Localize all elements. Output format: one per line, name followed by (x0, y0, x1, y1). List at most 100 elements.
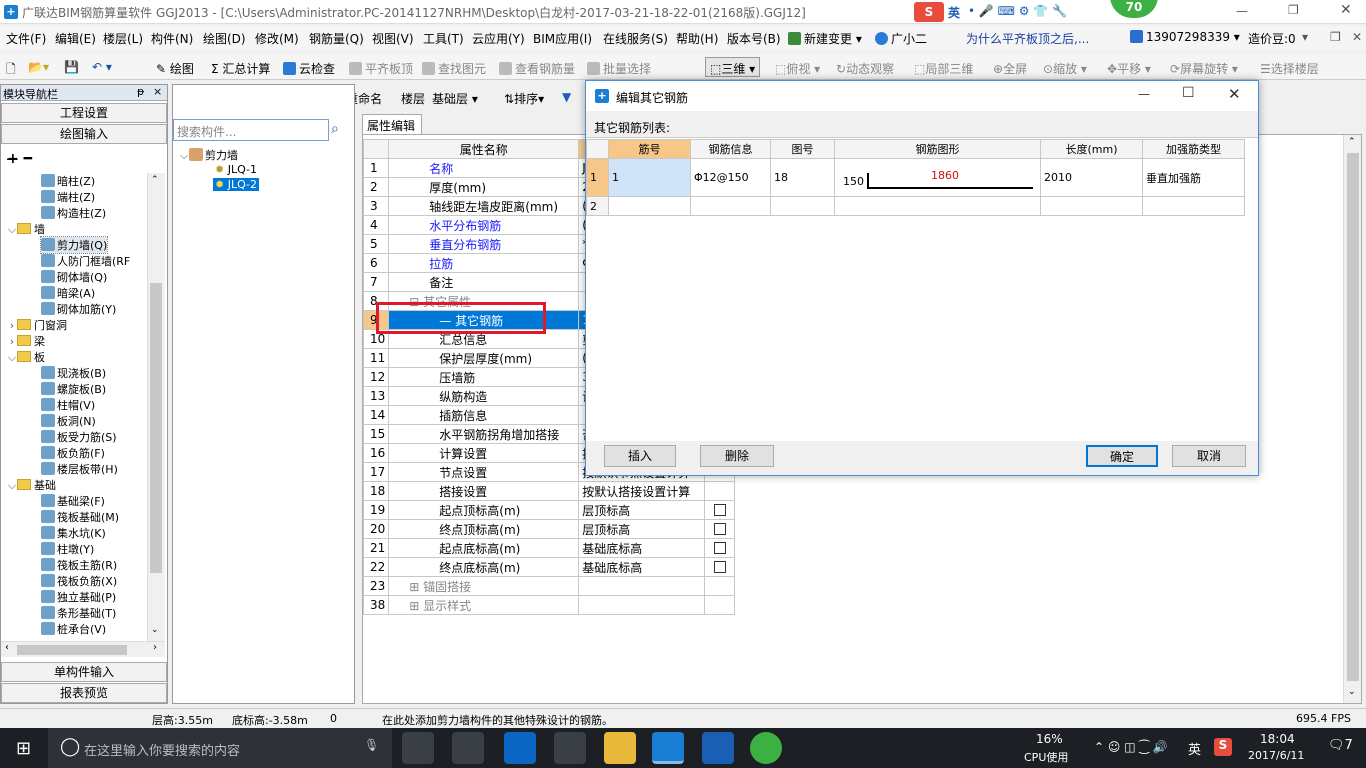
cell-rebar-no[interactable] (608, 196, 691, 216)
nav-item[interactable]: 现浇板(B) (41, 365, 106, 381)
cell-fig-no[interactable]: 18 (770, 158, 835, 197)
cell-rebar-info[interactable] (690, 196, 771, 216)
tab-property-edit[interactable]: 属性编辑 (362, 114, 422, 134)
options-arrow-icon[interactable]: ▾ (1302, 30, 1308, 44)
prop-value[interactable]: 按默认搭接设置计算 (578, 481, 706, 501)
view-rebar-button[interactable]: 查看钢筋量 (499, 60, 575, 77)
prop-extra[interactable] (704, 500, 736, 520)
prop-value[interactable] (578, 595, 706, 615)
filter-icon[interactable]: ▼ (562, 90, 571, 104)
nav-item[interactable]: 独立基础(P) (41, 589, 116, 605)
property-row[interactable]: 23 ⊞ 锚固搭接 (362, 576, 736, 596)
checkbox[interactable] (713, 561, 726, 573)
nav-folder[interactable]: › 门窗洞 (7, 317, 67, 333)
pan-button[interactable]: ✥平移 ▾ (1107, 60, 1151, 77)
checkbox[interactable] (713, 542, 726, 554)
cell-rebar-shape[interactable] (834, 196, 1041, 216)
menu-bim[interactable]: BIM应用(I) (533, 30, 592, 47)
menu-version[interactable]: 版本号(B) (727, 30, 781, 47)
nav-item[interactable]: 条形基础(T) (41, 605, 116, 621)
local-3d-button[interactable]: ⬚局部三维 (914, 60, 973, 77)
clock-date[interactable]: 2017/6/11 (1248, 749, 1304, 762)
tray-sogou-icon[interactable]: S (1214, 738, 1232, 756)
dialog-close-button[interactable]: ✕ (1228, 85, 1241, 103)
cell-length[interactable]: 2010 (1040, 158, 1143, 197)
browser-360-icon[interactable] (452, 732, 484, 764)
nav-hscrollbar[interactable]: ‹ › (1, 641, 165, 657)
single-component-button[interactable]: 单构件输入 (1, 662, 167, 682)
nav-item[interactable]: 端柱(Z) (41, 189, 95, 205)
clock-time[interactable]: 18:04 (1260, 732, 1295, 746)
menu-help[interactable]: 帮助(H) (676, 30, 718, 47)
checkbox[interactable] (713, 523, 726, 535)
prop-value[interactable]: 层顶标高 (578, 500, 706, 520)
nav-item[interactable]: 筏板主筋(R) (41, 557, 117, 573)
notification-icon[interactable]: 🗨7 (1328, 738, 1353, 753)
nav-item[interactable]: 砌体墙(Q) (41, 269, 107, 285)
ggj-app-icon[interactable] (652, 732, 684, 764)
zoom-button[interactable]: ⊙缩放 ▾ (1043, 60, 1087, 77)
nav-item[interactable]: 柱墩(Y) (41, 541, 94, 557)
top-view-button[interactable]: ⬚俯视 ▾ (775, 60, 820, 77)
dialog-maximize-button[interactable]: ☐ (1182, 85, 1195, 101)
windows-start-icon[interactable]: ⊞ (16, 738, 31, 759)
menu-component[interactable]: 构件(N) (151, 30, 193, 47)
cell-reinforce-type[interactable]: 垂直加强筋 (1142, 158, 1245, 197)
tree-root[interactable]: ⌵ 剪力墙 (179, 147, 238, 163)
menu-close-icon[interactable]: ✕ (1352, 30, 1362, 44)
cell-rebar-shape[interactable]: 150 1860 (834, 158, 1041, 197)
property-row[interactable]: 38 ⊞ 显示样式 (362, 595, 736, 615)
menu-file[interactable]: 文件(F) (6, 30, 46, 47)
nav-folder[interactable]: ⌵ 基础 (7, 477, 56, 493)
menu-modify[interactable]: 修改(M) (255, 30, 299, 47)
prop-extra[interactable] (704, 481, 736, 501)
view3d-dropdown[interactable]: ⬚三维 ▾ (705, 57, 761, 77)
prop-extra[interactable] (704, 519, 736, 539)
nav-item[interactable]: 剪力墙(Q) (39, 236, 109, 254)
nav-item[interactable]: 螺旋板(B) (41, 381, 106, 397)
project-settings-button[interactable]: 工程设置 (1, 103, 167, 123)
menu-assistant[interactable]: 广小二 (875, 30, 927, 47)
prop-value[interactable]: 层顶标高 (578, 519, 706, 539)
ime-toolbar-icons[interactable]: • 🎤 ⌨ ⚙ 👕 🔧 (968, 4, 1098, 18)
nav-folder[interactable]: ⌵ 板 (7, 349, 45, 365)
nav-item[interactable]: 砌体加筋(Y) (41, 301, 116, 317)
prop-extra[interactable] (704, 538, 736, 558)
question-link[interactable]: 为什么平齐板顶之后,... (966, 30, 1089, 47)
undo-icon[interactable]: ↶ ▾ (92, 60, 112, 74)
green-app-icon[interactable] (750, 732, 782, 764)
nav-item[interactable]: 板负筋(F) (41, 445, 105, 461)
save-icon[interactable]: 💾 (64, 60, 79, 74)
expand-icon[interactable]: ⌵ (7, 351, 17, 365)
nav-item[interactable]: 筏板负筋(X) (41, 573, 117, 589)
nav-item[interactable]: 板洞(N) (41, 413, 96, 429)
nav-item[interactable]: 集水坑(K) (41, 525, 106, 541)
floor-select[interactable]: 基础层 ▾ (432, 90, 478, 107)
rotate-button[interactable]: ⟳屏幕旋转 ▾ (1170, 60, 1238, 77)
nav-item[interactable]: 板受力筋(S) (41, 429, 117, 445)
nav-item[interactable]: 构造柱(Z) (41, 205, 106, 221)
user-phone[interactable]: 13907298339 ▾ (1130, 30, 1240, 44)
nav-item[interactable]: 暗柱(Z) (41, 173, 95, 189)
expand-icon[interactable]: › (7, 319, 17, 332)
col-header-fig[interactable]: 图号 (770, 139, 835, 159)
menu-rebar-qty[interactable]: 钢筋量(Q) (309, 30, 364, 47)
menu-tools[interactable]: 工具(T) (423, 30, 464, 47)
expand-plus-icon[interactable]: ⊞ (409, 580, 423, 594)
delete-row-button[interactable]: 删除 (700, 445, 774, 467)
property-row[interactable]: 21 起点底标高(m) 基础底标高 (362, 538, 736, 558)
col-header-type[interactable]: 加强筋类型 (1142, 139, 1245, 159)
property-row[interactable]: 18 搭接设置 按默认搭接设置计算 (362, 481, 736, 501)
cell-fig-no[interactable] (770, 196, 835, 216)
taskbar-search[interactable]: ◯ 在这里输入你要搜索的内容 🎙 (48, 728, 392, 768)
menu-online[interactable]: 在线服务(S) (603, 30, 668, 47)
cloud-check-button[interactable]: 云检查 (283, 60, 335, 77)
prop-extra[interactable] (704, 595, 736, 615)
nav-folder[interactable]: ⌵ 墙 (7, 221, 45, 237)
cell-length[interactable] (1040, 196, 1143, 216)
menu-edit[interactable]: 编辑(E) (55, 30, 96, 47)
cell-rebar-info[interactable]: Φ12@150 (690, 158, 771, 197)
flush-top-button[interactable]: 平齐板顶 (349, 60, 413, 77)
tree-item-jlq1[interactable]: ✹ JLQ-1 (215, 163, 257, 176)
nav-folder[interactable]: › 梁 (7, 333, 45, 349)
